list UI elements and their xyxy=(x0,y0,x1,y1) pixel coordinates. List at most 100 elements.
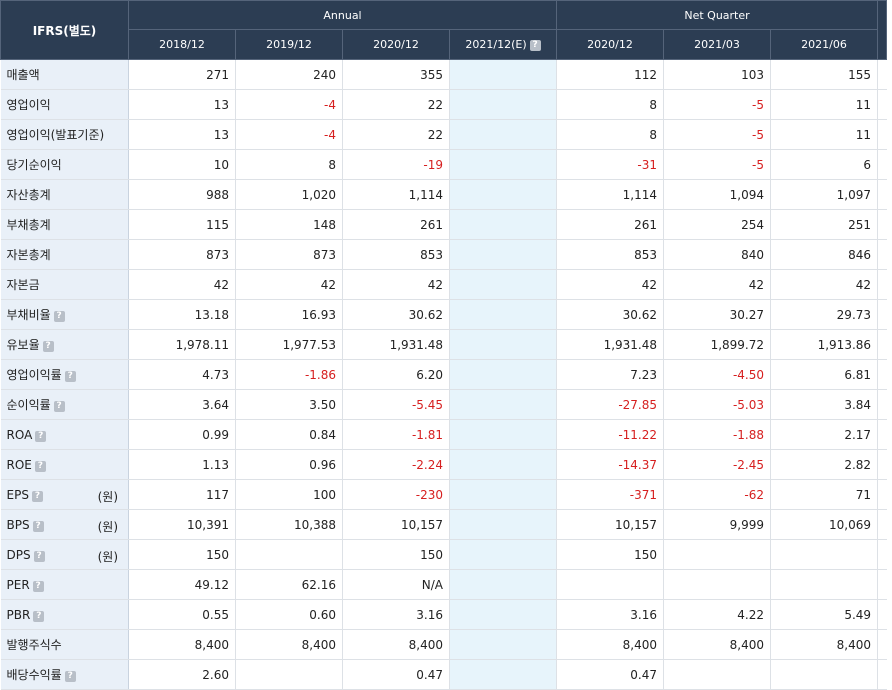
table-cell xyxy=(449,629,557,660)
table-cell: 0.55 xyxy=(128,599,236,630)
table-cell: 5.49 xyxy=(770,599,879,630)
table-cell xyxy=(449,659,557,690)
table-cell: 11 xyxy=(770,119,879,150)
table-row: PER? 49.12 62.16 N/A xyxy=(0,569,887,600)
column-header: 2020/12 xyxy=(342,29,450,60)
help-icon[interactable]: ? xyxy=(33,610,45,622)
table-row: 발행주식수 8,400 8,400 8,400 8,400 8,400 8,400 xyxy=(0,629,887,660)
table-cell: -1.81 xyxy=(342,419,450,450)
table-cell: 8,400 xyxy=(235,629,343,660)
table-cell xyxy=(770,569,879,600)
table-cell: 8,400 xyxy=(128,629,236,660)
table-cell: 8 xyxy=(556,119,664,150)
table-cell: -19 xyxy=(342,149,450,180)
help-icon[interactable]: ? xyxy=(529,40,541,51)
table-cell: 873 xyxy=(128,239,236,270)
row-label: 매출액 xyxy=(0,59,129,90)
table-row: 부채총계 115 148 261 261 254 251 xyxy=(0,209,887,240)
table-cell: -230 xyxy=(342,479,450,510)
unit-label: (원) xyxy=(97,520,118,534)
table-cell xyxy=(663,539,771,570)
row-label: 유보율? xyxy=(0,329,129,360)
table-cell: 4.73 xyxy=(128,359,236,390)
row-tail xyxy=(877,659,887,690)
help-icon[interactable]: ? xyxy=(31,490,43,502)
row-label: 자본총계 xyxy=(0,239,129,270)
table-cell: 1,114 xyxy=(556,179,664,210)
table-cell xyxy=(770,539,879,570)
row-label: BPS? (원) xyxy=(0,509,129,540)
table-cell: 8,400 xyxy=(342,629,450,660)
table-cell: 4.22 xyxy=(663,599,771,630)
table-row: PBR? 0.55 0.60 3.16 3.16 4.22 5.49 xyxy=(0,599,887,630)
table-cell: 261 xyxy=(342,209,450,240)
table-cell: 853 xyxy=(556,239,664,270)
table-cell: -5.03 xyxy=(663,389,771,420)
table-cell: 840 xyxy=(663,239,771,270)
table-cell: 3.64 xyxy=(128,389,236,420)
table-row: DPS? (원) 150 150 150 xyxy=(0,539,887,570)
help-icon[interactable]: ? xyxy=(35,430,47,442)
row-label: 부채총계 xyxy=(0,209,129,240)
help-icon[interactable]: ? xyxy=(33,550,45,562)
table-cell: 3.16 xyxy=(342,599,450,630)
row-tail xyxy=(877,629,887,660)
table-cell: 1.13 xyxy=(128,449,236,480)
row-label: 순이익률? xyxy=(0,389,129,420)
table-cell xyxy=(449,89,557,120)
help-icon[interactable]: ? xyxy=(53,401,65,412)
row-label: PER? xyxy=(0,569,129,600)
table-cell: 148 xyxy=(235,209,343,240)
table-cell xyxy=(449,179,557,210)
table-cell: 1,978.11 xyxy=(128,329,236,360)
table-row: ROE? 1.13 0.96 -2.24 -14.37 -2.45 2.82 xyxy=(0,449,887,480)
table-cell: 30.27 xyxy=(663,299,771,330)
table-cell: 150 xyxy=(342,539,450,570)
help-icon[interactable]: ? xyxy=(53,311,65,322)
table-cell: 873 xyxy=(235,239,343,270)
column-header: 2021/06 xyxy=(769,29,879,60)
row-label: 자본금 xyxy=(0,269,129,300)
help-icon[interactable]: ? xyxy=(64,671,76,682)
table-cell xyxy=(449,59,557,90)
row-tail xyxy=(877,239,887,270)
table-cell: 42 xyxy=(556,269,664,300)
table-cell: 9,999 xyxy=(663,509,771,540)
table-cell: 10,388 xyxy=(235,509,343,540)
table-cell: -4 xyxy=(235,89,343,120)
table-cell: 42 xyxy=(128,269,236,300)
financial-summary-table: IFRS(별도) Annual Net Quarter 2018/12 2019/… xyxy=(0,0,888,690)
table-cell: 853 xyxy=(342,239,450,270)
row-label: 자산총계 xyxy=(0,179,129,210)
table-cell: -371 xyxy=(556,479,664,510)
table-cell: 0.96 xyxy=(235,449,343,480)
table-cell: 117 xyxy=(128,479,236,510)
table-cell: 8,400 xyxy=(770,629,879,660)
table-cell xyxy=(235,659,343,690)
help-icon[interactable]: ? xyxy=(34,460,46,472)
help-icon[interactable]: ? xyxy=(64,371,76,382)
table-cell xyxy=(449,149,557,180)
table-cell xyxy=(235,539,343,570)
table-cell: 988 xyxy=(128,179,236,210)
row-tail xyxy=(877,269,887,300)
table-cell: 150 xyxy=(556,539,664,570)
table-cell: -11.22 xyxy=(556,419,664,450)
row-tail xyxy=(877,59,887,90)
row-tail xyxy=(877,299,887,330)
table-cell: 0.99 xyxy=(128,419,236,450)
help-icon[interactable]: ? xyxy=(32,580,44,592)
table-row: 영업이익(발표기준) 13 -4 22 8 -5 11 xyxy=(0,119,887,150)
row-label: 영업이익 xyxy=(0,89,129,120)
row-tail xyxy=(877,599,887,630)
table-cell: 1,977.53 xyxy=(235,329,343,360)
help-icon[interactable]: ? xyxy=(42,341,54,352)
table-cell: -27.85 xyxy=(556,389,664,420)
table-cell: 0.47 xyxy=(556,659,664,690)
table-cell: 1,931.48 xyxy=(556,329,664,360)
table-cell xyxy=(556,569,664,600)
table-cell: -5 xyxy=(663,149,771,180)
table-cell: 0.47 xyxy=(342,659,450,690)
help-icon[interactable]: ? xyxy=(32,520,44,532)
row-tail xyxy=(877,569,887,600)
